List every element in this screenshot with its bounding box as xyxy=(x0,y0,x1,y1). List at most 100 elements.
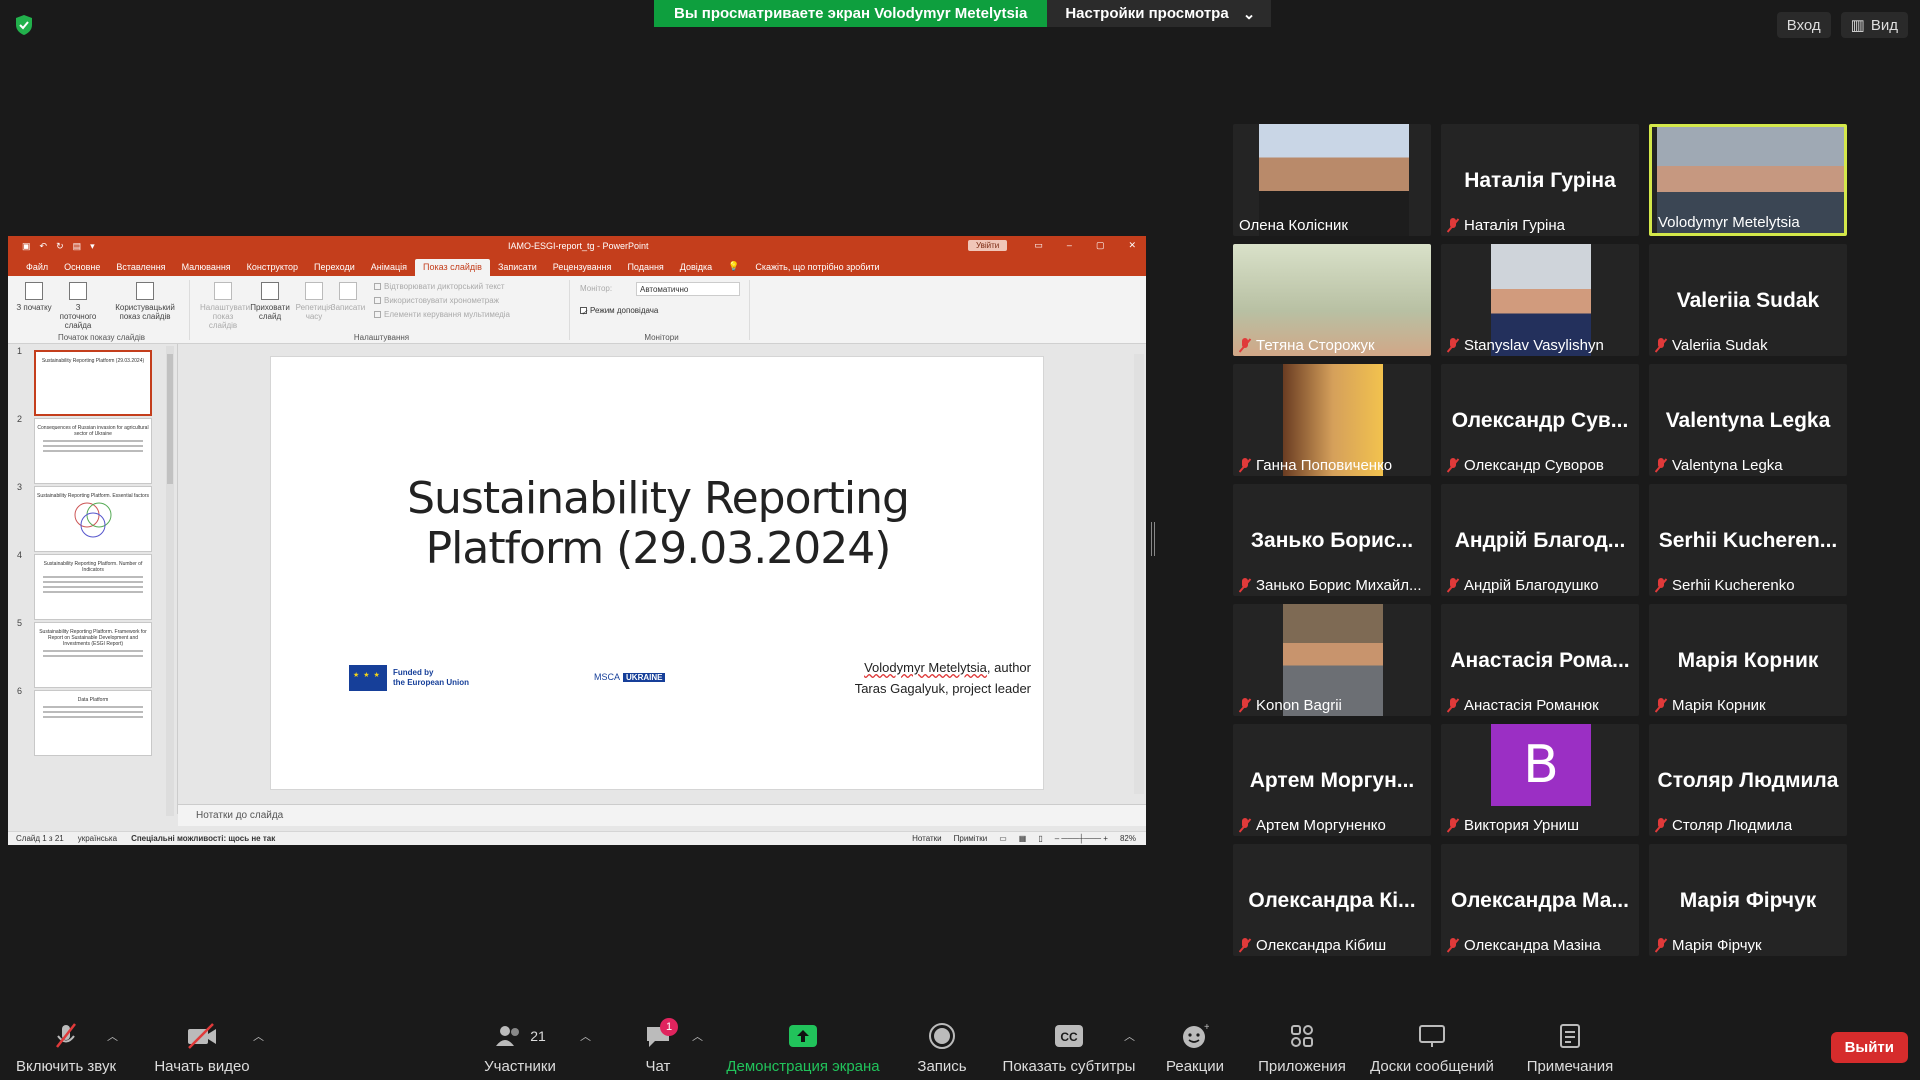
reactions-button[interactable]: + Реакции xyxy=(1164,1020,1226,1075)
tab-draw[interactable]: Малювання xyxy=(174,259,239,276)
participant-tile[interactable]: Stanyslav Vasylishyn xyxy=(1441,244,1639,356)
participant-tile[interactable]: Наталія Гуріна Наталія Гуріна xyxy=(1441,124,1639,236)
zoom-slider[interactable]: – ───┼─── + xyxy=(1055,834,1108,843)
participant-tile[interactable]: Занько Борис... Занько Борис Михайл... xyxy=(1233,484,1431,596)
tab-home[interactable]: Основне xyxy=(56,259,108,276)
participants-button[interactable]: 21 Участники xyxy=(476,1020,564,1075)
tab-animation[interactable]: Анімація xyxy=(363,259,415,276)
signin-button[interactable]: Вход xyxy=(1776,12,1831,38)
participant-tile[interactable]: Ганна Поповиченко xyxy=(1233,364,1431,476)
participant-tile[interactable]: Андрій Благод... Андрій Благодушко xyxy=(1441,484,1639,596)
participant-tile[interactable]: Volodymyr Metelytsia xyxy=(1649,124,1847,236)
tab-file[interactable]: Файл xyxy=(18,259,56,276)
participant-tile[interactable]: Олександра Ма... Олександра Мазіна xyxy=(1441,844,1639,956)
tell-me-search[interactable]: Скажіть, що потрібно зробити xyxy=(747,259,887,276)
slide-thumb[interactable]: Consequences of Russian invasion for agr… xyxy=(34,418,152,484)
maximize-icon[interactable]: ▢ xyxy=(1096,240,1105,251)
participant-tile[interactable]: B Виктория Урниш xyxy=(1441,724,1639,836)
slide-notes[interactable]: Нотатки до слайда xyxy=(178,804,1146,826)
slide-thumb[interactable]: Sustainability Reporting Platform. Numbe… xyxy=(34,554,152,620)
media-controls-checkbox[interactable]: Елементи керування мультимедіа xyxy=(374,310,510,319)
slide-thumb[interactable]: Sustainability Reporting Platform (29.03… xyxy=(34,350,152,416)
participant-tile[interactable]: Олена Колісник xyxy=(1233,124,1431,236)
setup-show-button[interactable]: Налаштувати показ слайдів xyxy=(200,282,250,330)
tab-review[interactable]: Рецензування xyxy=(545,259,620,276)
participant-tile[interactable]: Марія Корник Марія Корник xyxy=(1649,604,1847,716)
redo-icon[interactable]: ↻ xyxy=(56,241,64,252)
present-icon[interactable]: ▤ xyxy=(73,241,82,252)
slide-thumb[interactable]: Sustainability Reporting Platform. Essen… xyxy=(34,486,152,552)
monitor-select[interactable]: Автоматично xyxy=(636,282,740,296)
participant-tile[interactable]: Артем Моргун... Артем Моргуненко xyxy=(1233,724,1431,836)
share-screen-button[interactable]: Демонстрация экрана xyxy=(722,1020,884,1075)
apps-button[interactable]: Приложения xyxy=(1252,1020,1352,1075)
narration-checkbox[interactable]: Відтворювати дикторський текст xyxy=(374,282,505,291)
minimize-icon[interactable]: – xyxy=(1067,240,1072,251)
participant-tile[interactable]: Serhii Kucheren... Serhii Kucherenko xyxy=(1649,484,1847,596)
save-icon[interactable]: ▣ xyxy=(22,241,31,252)
chat-caret[interactable]: ︿ xyxy=(692,1028,703,1044)
slide-thumb[interactable]: Sustainability Reporting Platform. Frame… xyxy=(34,622,152,688)
view-settings-button[interactable]: Настройки просмотра ⌄ xyxy=(1047,0,1272,27)
captions-caret[interactable]: ︿ xyxy=(1124,1028,1135,1044)
tab-slideshow[interactable]: Показ слайдів xyxy=(414,259,490,276)
notes-button[interactable]: Примечания xyxy=(1520,1020,1620,1075)
resize-splitter[interactable] xyxy=(1151,522,1155,556)
presenter-view-checkbox[interactable]: ✓ Режим доповідача xyxy=(580,306,658,317)
participant-display-name: Олександра Кі... xyxy=(1248,889,1416,912)
participant-tile[interactable]: Valentyna Legka Valentyna Legka xyxy=(1649,364,1847,476)
ribbon-options-icon[interactable]: ▭ xyxy=(1034,240,1043,251)
custom-show-button[interactable]: Користувацький показ слайдів xyxy=(110,282,180,321)
start-video-button[interactable]: Начать видео xyxy=(148,1020,256,1075)
chevron-down-icon[interactable]: ▾ xyxy=(90,241,95,252)
from-start-button[interactable]: З початку xyxy=(14,282,54,312)
participant-tile[interactable]: Konon Bagrii xyxy=(1233,604,1431,716)
sorter-view-icon[interactable]: ▦ xyxy=(1019,834,1027,843)
language[interactable]: українська xyxy=(78,834,117,843)
participant-tile[interactable]: Valeriia Sudak Valeriia Sudak xyxy=(1649,244,1847,356)
tab-design[interactable]: Конструктор xyxy=(239,259,306,276)
close-icon[interactable]: ✕ xyxy=(1128,240,1136,251)
participant-tile[interactable]: Анастасія Рома... Анастасія Романюк xyxy=(1441,604,1639,716)
undo-icon[interactable]: ↶ xyxy=(40,241,48,252)
from-current-button[interactable]: З поточного слайда xyxy=(58,282,98,330)
participant-tile[interactable]: Олександр Сув... Олександр Суворов xyxy=(1441,364,1639,476)
whiteboards-button[interactable]: Доски сообщений xyxy=(1364,1020,1500,1075)
thumbs-scrollbar[interactable] xyxy=(166,346,174,816)
participant-tile[interactable]: Столяр Людмила Столяр Людмила xyxy=(1649,724,1847,836)
slide-scrollbar[interactable] xyxy=(1134,354,1144,794)
slide-thumb[interactable]: Data Platform xyxy=(34,690,152,756)
normal-view-icon[interactable]: ▭ xyxy=(999,834,1007,843)
tab-transitions[interactable]: Переходи xyxy=(306,259,363,276)
comments-button[interactable]: Примітки xyxy=(954,834,988,843)
tab-help[interactable]: Довідка xyxy=(672,259,720,276)
tab-insert[interactable]: Вставлення xyxy=(108,259,173,276)
timings-checkbox[interactable]: Використовувати хронометраж xyxy=(374,296,499,305)
slide-canvas[interactable]: Sustainability Reporting Platform (29.03… xyxy=(270,356,1044,790)
video-options-caret[interactable]: ︿ xyxy=(253,1028,264,1044)
eu-logo: Funded bythe European Union xyxy=(349,665,469,691)
hide-slide-button[interactable]: Приховати слайд xyxy=(250,282,290,321)
reading-view-icon[interactable]: ▯ xyxy=(1038,834,1042,843)
leave-button[interactable]: Выйти xyxy=(1830,1032,1908,1063)
notes-button[interactable]: Нотатки xyxy=(912,834,942,843)
record-meeting-button[interactable]: Запись xyxy=(910,1020,974,1075)
tab-view[interactable]: Подання xyxy=(619,259,671,276)
captions-button[interactable]: CC Показать субтитры xyxy=(998,1020,1140,1075)
participant-tile[interactable]: Олександра Кі... Олександра Кібиш xyxy=(1233,844,1431,956)
record-button[interactable]: Записати xyxy=(328,282,368,312)
top-bar: Вы просматриваете экран Volodymyr Metely… xyxy=(0,0,1920,50)
participant-tile[interactable]: Тетяна Сторожук xyxy=(1233,244,1431,356)
view-button[interactable]: ▥ Вид xyxy=(1840,12,1908,38)
participant-tile[interactable]: Марія Фірчук Марія Фірчук xyxy=(1649,844,1847,956)
accessibility-status[interactable]: Спеціальні можливості: щось не так xyxy=(131,834,275,843)
ppt-signin-button[interactable]: Увійти xyxy=(968,240,1008,251)
tab-record[interactable]: Записати xyxy=(490,259,545,276)
slide-credits: Volodymyr Metelytsia, author Taras Gagal… xyxy=(771,657,1031,699)
unmute-button[interactable]: Включить звук xyxy=(12,1020,120,1075)
notes-label: Примечания xyxy=(1526,1058,1614,1075)
participants-caret[interactable]: ︿ xyxy=(580,1028,591,1044)
zoom-level[interactable]: 82% xyxy=(1120,834,1136,843)
audio-options-caret[interactable]: ︿ xyxy=(107,1028,118,1044)
shield-check-icon[interactable] xyxy=(14,14,34,36)
